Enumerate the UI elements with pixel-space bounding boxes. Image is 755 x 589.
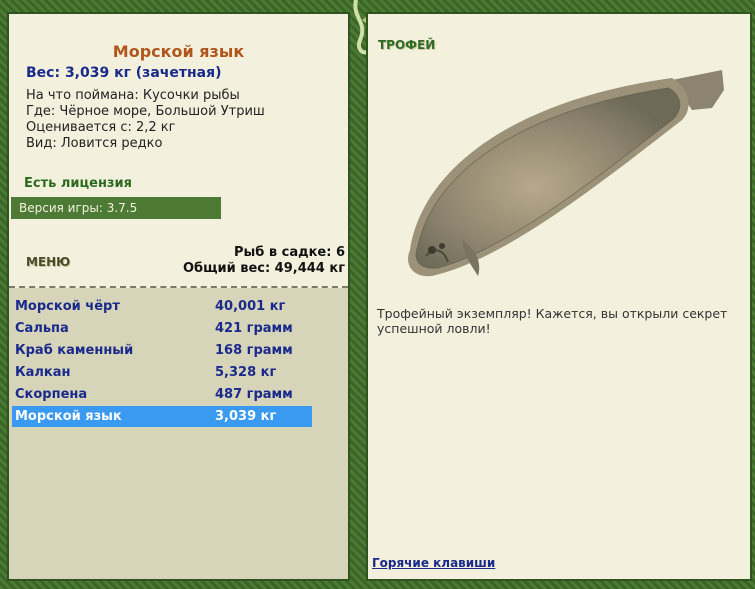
hotkeys-link[interactable]: Горячие клавиши [372, 556, 495, 570]
catch-weight: 168 грамм [215, 343, 293, 358]
catch-name: Калкан [15, 365, 71, 380]
catch-list-item-selected[interactable]: Морской язык 3,039 кг [12, 406, 312, 427]
total-weight: Общий вес: 49,444 кг [182, 261, 345, 276]
catch-list-item[interactable]: Морской чёрт 40,001 кг [12, 296, 312, 317]
catch-list-item[interactable]: Калкан 5,328 кг [12, 362, 312, 383]
catch-name: Морской чёрт [15, 299, 120, 314]
fish-count: Рыб в садке: 6 [233, 245, 345, 260]
catch-list-item[interactable]: Скорпена 487 грамм [12, 384, 312, 405]
catch-list-item[interactable]: Краб каменный 168 грамм [12, 340, 312, 361]
info-bait: На что поймана: Кусочки рыбы [26, 88, 240, 103]
catch-weight: 487 грамм [215, 387, 293, 402]
catch-name: Краб каменный [15, 343, 134, 358]
catch-stats: Рыб в садке: 6 Общий вес: 49,444 кг [183, 245, 345, 277]
catch-name: Сальпа [15, 321, 69, 336]
license-status: Есть лицензия [24, 176, 132, 191]
version-bar: Версия игры: 3.7.5 [11, 197, 221, 219]
fish-info: На что поймана: Кусочки рыбы Где: Чёрное… [26, 88, 265, 152]
fish-title: Морской язык [112, 42, 245, 61]
catch-name: Морской язык [15, 409, 122, 424]
right-panel: ТРОФЕЙ Трофейный экземпляр! Кажется, вы … [366, 12, 752, 581]
fish-weight: Вес: 3,039 кг (зачетная) [26, 65, 222, 81]
menu-button[interactable]: МЕНЮ [26, 255, 70, 269]
catch-weight: 5,328 кг [215, 365, 277, 380]
catch-list: Морской чёрт 40,001 кг Сальпа 421 грамм … [9, 288, 348, 579]
catch-name: Скорпена [15, 387, 88, 402]
catch-weight: 40,001 кг [215, 299, 286, 314]
info-rated-from: Оценивается с: 2,2 кг [26, 120, 176, 135]
catch-weight: 421 грамм [215, 321, 293, 336]
info-rarity: Вид: Ловится редко [26, 136, 163, 151]
left-panel: Морской язык Вес: 3,039 кг (зачетная) На… [7, 12, 350, 581]
catch-weight: 3,039 кг [215, 409, 277, 424]
trophy-message: Трофейный экземпляр! Кажется, вы открыли… [377, 306, 728, 336]
catch-list-item[interactable]: Сальпа 421 грамм [12, 318, 312, 339]
sole-fish-image [408, 70, 724, 277]
info-location: Где: Чёрное море, Большой Утриш [26, 104, 265, 119]
